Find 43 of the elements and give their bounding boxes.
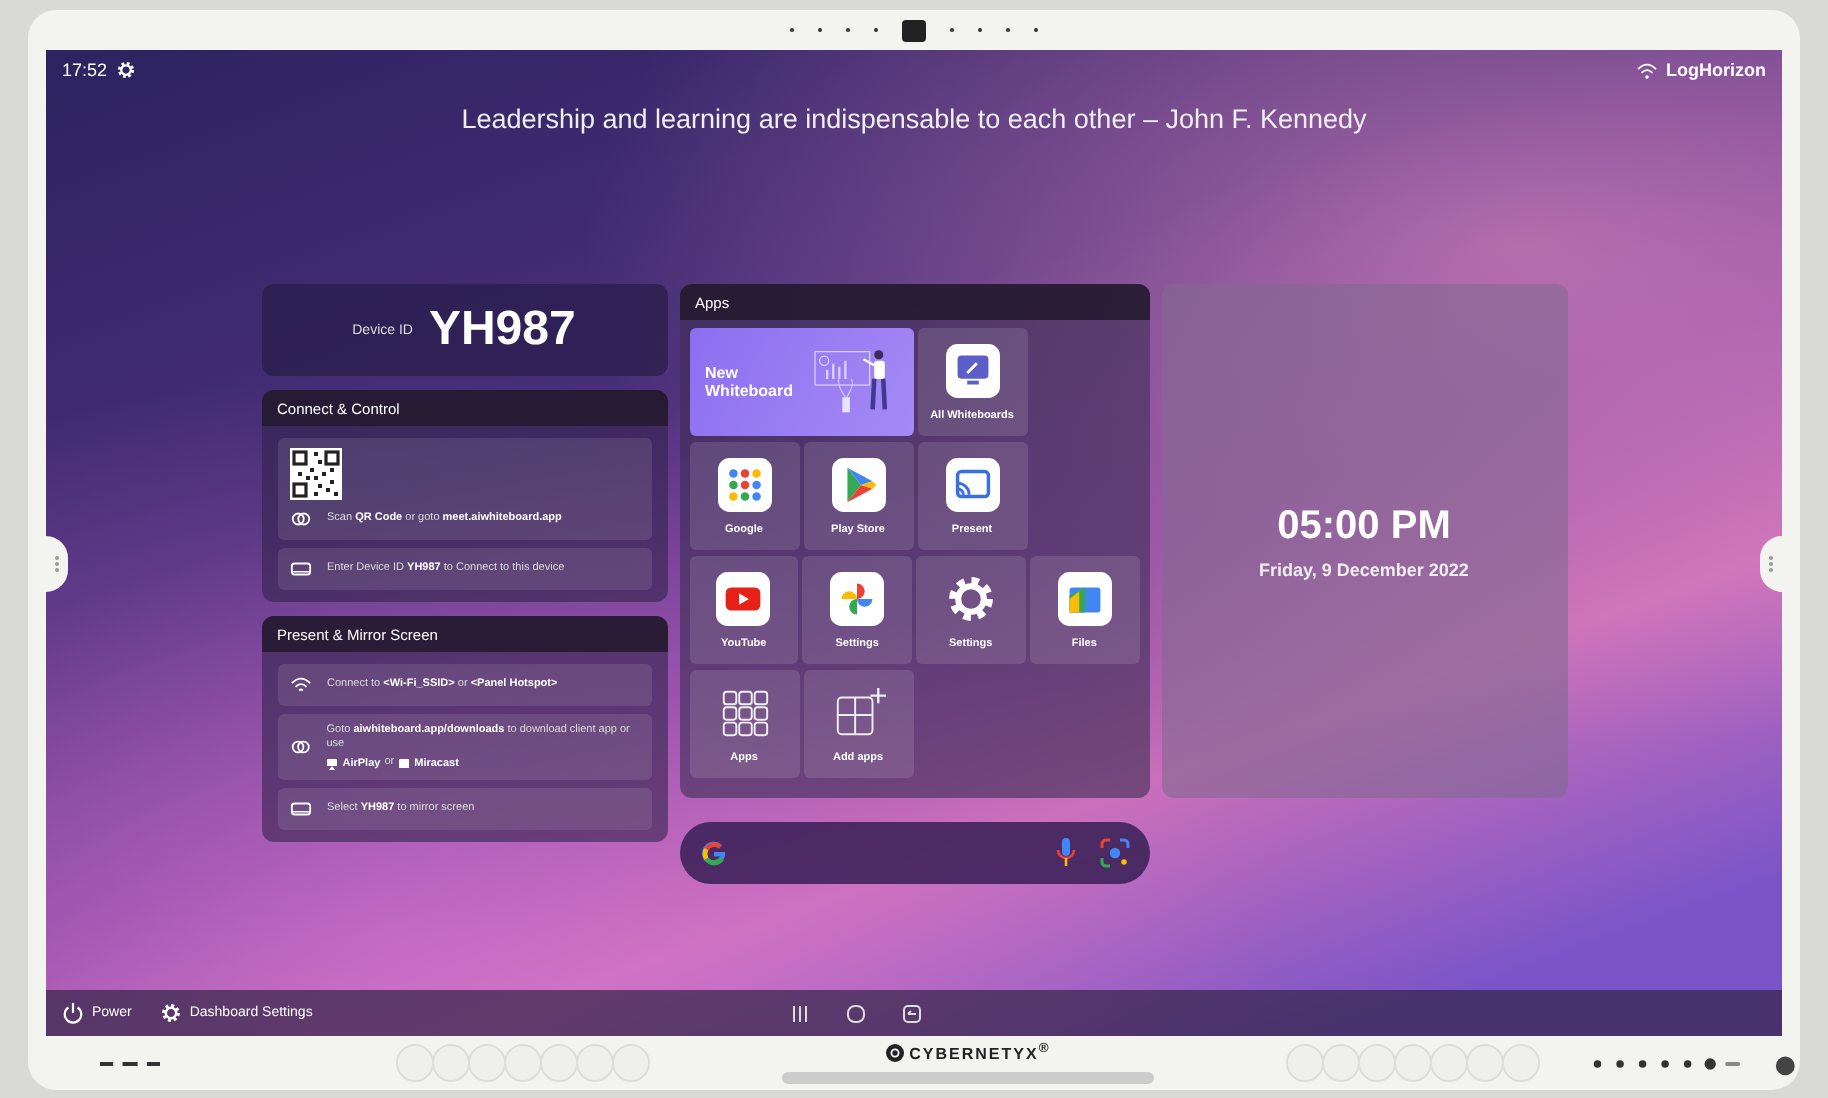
home-icon[interactable] (846, 1003, 867, 1023)
back-icon[interactable] (902, 1003, 923, 1023)
display-icon (289, 798, 311, 820)
link-rings-icon (289, 736, 311, 758)
logo-icon (885, 1044, 904, 1062)
side-handle[interactable] (1760, 536, 1782, 592)
screen-cast-icon (398, 757, 411, 769)
microphone-icon[interactable] (1055, 838, 1075, 868)
network-name: LogHorizon (1666, 60, 1766, 80)
clock-date: Friday, 9 December 2022 (1259, 559, 1469, 579)
airplay-icon (326, 757, 339, 769)
device-id: YH987 (428, 302, 576, 358)
grip-icon (1766, 554, 1776, 574)
link-rings-icon (289, 508, 311, 530)
quote-text: Leadership and learning are indispensable to each other – John F. Kennedy (459, 104, 1369, 138)
wifi-icon (1636, 61, 1658, 79)
settings-icon (159, 1002, 182, 1024)
video-play-icon (716, 571, 771, 625)
camera-lens-icon[interactable] (1099, 838, 1129, 868)
qr-code-icon (289, 448, 341, 500)
app-folder-icon (717, 457, 771, 511)
folder-icon (1057, 571, 1112, 625)
cast-icon (945, 457, 999, 511)
settings-icon (943, 571, 998, 625)
grip-icon (52, 554, 62, 574)
search-bar[interactable] (679, 822, 1149, 884)
brand-name: CYBERNETYX$^{®}$ (909, 1042, 1051, 1064)
clock-time: 05:00 PM (1277, 503, 1451, 549)
power-icon (62, 1002, 84, 1024)
settings-icon (115, 60, 136, 80)
pinwheel-icon (830, 571, 885, 625)
indicator-dashes-icon (100, 1059, 161, 1067)
new-whiteboard-tile[interactable]: New Whiteboard (689, 328, 913, 436)
status-time: 17:52 (62, 60, 108, 80)
recent-apps-icon[interactable] (790, 1003, 811, 1023)
side-handle[interactable] (46, 536, 68, 592)
google-g-icon (699, 839, 727, 867)
display-icon (289, 558, 311, 580)
add-grid-icon (831, 685, 885, 739)
wifi-icon (289, 674, 311, 696)
camera-icon (902, 19, 926, 41)
app-grid-icon (717, 685, 771, 739)
monitor-pen-icon (945, 343, 999, 397)
